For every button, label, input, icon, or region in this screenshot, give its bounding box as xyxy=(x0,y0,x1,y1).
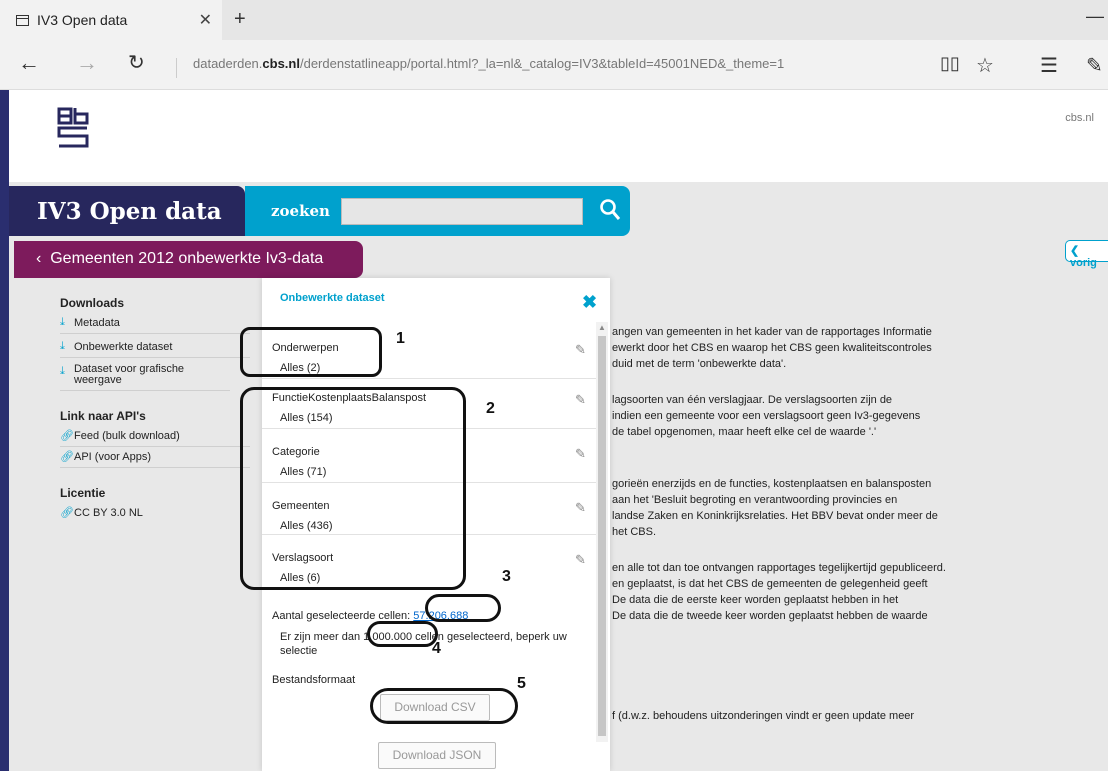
menu-item-feed[interactable]: 🔗︎ Feed (bulk download) xyxy=(60,426,250,447)
close-tab-icon[interactable]: ✕ xyxy=(199,10,212,30)
new-tab-icon[interactable]: + xyxy=(234,8,246,31)
site-header: cbs.nl xyxy=(9,90,1108,182)
menu-item-license[interactable]: 🔗︎ CC BY 3.0 NL xyxy=(60,503,250,523)
file-format-label: Bestandsformaat xyxy=(272,674,356,686)
menu-item-api[interactable]: 🔗︎ API (voor Apps) xyxy=(60,447,250,468)
annotation-number: 2 xyxy=(486,400,495,417)
annotation-number: 3 xyxy=(502,568,511,585)
annotation-ring-4 xyxy=(367,621,438,647)
annotation-ring-5 xyxy=(370,688,518,724)
link-icon: 🔗︎ xyxy=(60,430,74,442)
search-input[interactable] xyxy=(341,198,583,225)
tab-title: IV3 Open data xyxy=(37,12,128,28)
edit-icon[interactable]: ✎ xyxy=(575,446,586,462)
search-label: zoeken xyxy=(271,202,330,220)
body-paragraph: lagsoorten van één verslagjaar. De versl… xyxy=(612,394,921,438)
chevron-left-icon: ‹ xyxy=(36,250,51,267)
favorite-star-icon[interactable]: ☆ xyxy=(976,53,994,78)
page-content: cbs.nl IV3 Open data zoeken ‹ Gemeenten … xyxy=(0,90,1108,771)
back-icon[interactable]: ← xyxy=(18,50,40,76)
close-icon[interactable]: ✖ xyxy=(582,292,597,313)
edit-icon[interactable]: ✎ xyxy=(575,552,586,568)
annotation-number: 5 xyxy=(517,675,526,692)
annotation-ring-3 xyxy=(425,594,501,622)
search-bar: zoeken xyxy=(245,186,630,236)
browser-tab-bar: IV3 Open data ✕ + — xyxy=(0,0,1108,40)
browser-tab[interactable]: IV3 Open data ✕ xyxy=(0,0,222,40)
edit-icon[interactable]: ✎ xyxy=(575,500,586,516)
body-paragraph: gorieën enerzijds en de functies, kosten… xyxy=(612,478,938,538)
forward-icon[interactable]: → xyxy=(76,50,98,76)
annotation-ring-2 xyxy=(240,387,466,590)
cbs-link[interactable]: cbs.nl xyxy=(1065,112,1094,124)
menu-item-graph-dataset[interactable]: ⤓ Dataset voor grafische weergave xyxy=(60,358,230,391)
web-note-icon[interactable]: ✎ xyxy=(1086,53,1103,78)
edit-icon[interactable]: ✎ xyxy=(575,392,586,408)
scrollbar-thumb[interactable] xyxy=(598,336,606,736)
annotation-number: 1 xyxy=(396,330,405,347)
left-stripe xyxy=(0,90,9,771)
url-field[interactable]: dataderden.cbs.nl/derdenstatlineapp/port… xyxy=(176,57,784,78)
link-icon: 🔗︎ xyxy=(60,507,74,519)
previous-button[interactable]: ❮ vorig xyxy=(1065,240,1108,269)
body-paragraph: angen van gemeenten in het kader van de … xyxy=(612,326,932,370)
dialog-scrollbar[interactable]: ▲ xyxy=(596,322,608,742)
address-bar: ← → ↻ dataderden.cbs.nl/derdenstatlineap… xyxy=(0,40,1108,90)
body-paragraph: en alle tot dan toe ontvangen rapportage… xyxy=(612,562,946,622)
menu-item-raw-dataset[interactable]: ⤓ Onbewerkte dataset xyxy=(60,334,250,358)
refresh-icon[interactable]: ↻ xyxy=(128,50,145,75)
menu-item-metadata[interactable]: ⤓ Metadata xyxy=(60,313,250,334)
edit-icon[interactable]: ✎ xyxy=(575,342,586,358)
api-heading: Link naar API's xyxy=(60,409,146,423)
minimize-icon[interactable]: — xyxy=(1086,6,1104,27)
downloads-heading: Downloads xyxy=(60,296,125,310)
search-icon[interactable] xyxy=(599,198,621,222)
breadcrumb[interactable]: ‹ Gemeenten 2012 onbewerkte Iv3-data xyxy=(14,241,363,278)
annotation-ring-1 xyxy=(240,327,382,377)
dialog-title: Onbewerkte dataset xyxy=(280,292,385,304)
page-icon xyxy=(16,14,29,26)
body-paragraph: f (d.w.z. behoudens uitzonderingen vindt… xyxy=(612,710,915,722)
license-heading: Licentie xyxy=(60,486,106,500)
hub-menu-icon[interactable]: ☰ xyxy=(1040,53,1058,78)
cbs-logo-icon[interactable] xyxy=(57,106,89,150)
download-icon: ⤓ xyxy=(60,365,65,377)
brand-title[interactable]: IV3 Open data xyxy=(9,186,245,236)
reading-view-icon[interactable]: ▯▯ xyxy=(940,53,960,74)
chevron-left-icon: ❮ xyxy=(1070,245,1080,257)
scroll-up-icon[interactable]: ▲ xyxy=(598,323,606,332)
left-menu: Downloads ⤓ Metadata ⤓ Onbewerkte dataset … xyxy=(60,296,250,523)
download-icon: ⤓ xyxy=(60,316,65,328)
download-json-button[interactable]: Download JSON xyxy=(378,742,496,769)
annotation-number: 4 xyxy=(432,640,441,657)
download-icon: ⤓ xyxy=(60,340,65,352)
link-icon: 🔗︎ xyxy=(60,451,74,463)
